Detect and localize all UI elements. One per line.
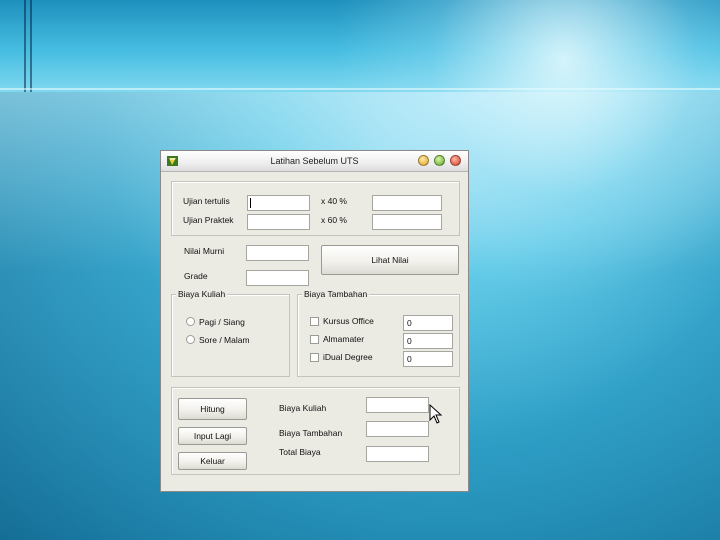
exam-panel: Ujian tertulis Ujian Praktek x 40 % x 60…	[171, 181, 460, 236]
nilai-murni-label: Nilai Murni	[184, 246, 225, 256]
biaya-kuliah-title: Biaya Kuliah	[176, 289, 228, 299]
ujian-tertulis-input[interactable]	[247, 195, 310, 211]
kursus-office-field[interactable]: 0	[403, 315, 453, 331]
kursus-office-checkbox[interactable]	[310, 317, 319, 326]
title-bar[interactable]: Latihan Sebelum UTS	[161, 151, 468, 172]
biaya-kuliah-group: Biaya Kuliah Pagi / Siang Sore / Malam	[171, 289, 290, 377]
biaya-tambahan-output[interactable]	[366, 421, 429, 437]
nilai-murni-field[interactable]	[246, 245, 309, 261]
biaya-kuliah-output[interactable]	[366, 397, 429, 413]
lihat-nilai-button[interactable]: Lihat Nilai	[321, 245, 459, 275]
total-biaya-label: Total Biaya	[279, 447, 321, 457]
sore-malam-label: Sore / Malam	[199, 335, 250, 345]
praktek-weight-label: x 60 %	[321, 215, 347, 225]
ujian-praktek-label: Ujian Praktek	[183, 215, 234, 225]
pagi-siang-label: Pagi / Siang	[199, 317, 245, 327]
grade-field[interactable]	[246, 270, 309, 286]
background-line	[24, 0, 26, 92]
maximize-button[interactable]	[434, 155, 445, 166]
biaya-tambahan-title: Biaya Tambahan	[302, 289, 370, 299]
app-window: Latihan Sebelum UTS Ujian tertulis Ujian…	[160, 150, 469, 492]
almamater-field[interactable]: 0	[403, 333, 453, 349]
hitung-button[interactable]: Hitung	[178, 398, 247, 420]
biaya-kuliah-total-label: Biaya Kuliah	[279, 403, 327, 413]
total-biaya-output[interactable]	[366, 446, 429, 462]
dual-degree-checkbox[interactable]	[310, 353, 319, 362]
ujian-praktek-input[interactable]	[247, 214, 310, 230]
tertulis-result-field[interactable]	[372, 195, 442, 211]
dual-degree-label: iDual Degree	[323, 352, 373, 362]
dual-degree-field[interactable]: 0	[403, 351, 453, 367]
input-lagi-button[interactable]: Input Lagi	[178, 427, 247, 445]
keluar-button[interactable]: Keluar	[178, 452, 247, 470]
background-line	[30, 0, 32, 92]
close-button[interactable]	[450, 155, 461, 166]
almamater-checkbox[interactable]	[310, 335, 319, 344]
tertulis-weight-label: x 40 %	[321, 196, 347, 206]
ujian-tertulis-label: Ujian tertulis	[183, 196, 230, 206]
minimize-button[interactable]	[418, 155, 429, 166]
biaya-tambahan-group: Biaya Tambahan Kursus Office 0 Almamater…	[297, 289, 460, 377]
mouse-cursor-icon	[429, 404, 443, 424]
sore-malam-radio[interactable]	[186, 335, 195, 344]
almamater-label: Almamater	[323, 334, 365, 344]
background-line	[0, 88, 720, 90]
biaya-tambahan-total-label: Biaya Tambahan	[279, 428, 343, 438]
pagi-siang-radio[interactable]	[186, 317, 195, 326]
grade-label: Grade	[184, 271, 208, 281]
summary-panel: Hitung Input Lagi Keluar Biaya Kuliah Bi…	[171, 387, 460, 475]
kursus-office-label: Kursus Office	[323, 316, 374, 326]
praktek-result-field[interactable]	[372, 214, 442, 230]
